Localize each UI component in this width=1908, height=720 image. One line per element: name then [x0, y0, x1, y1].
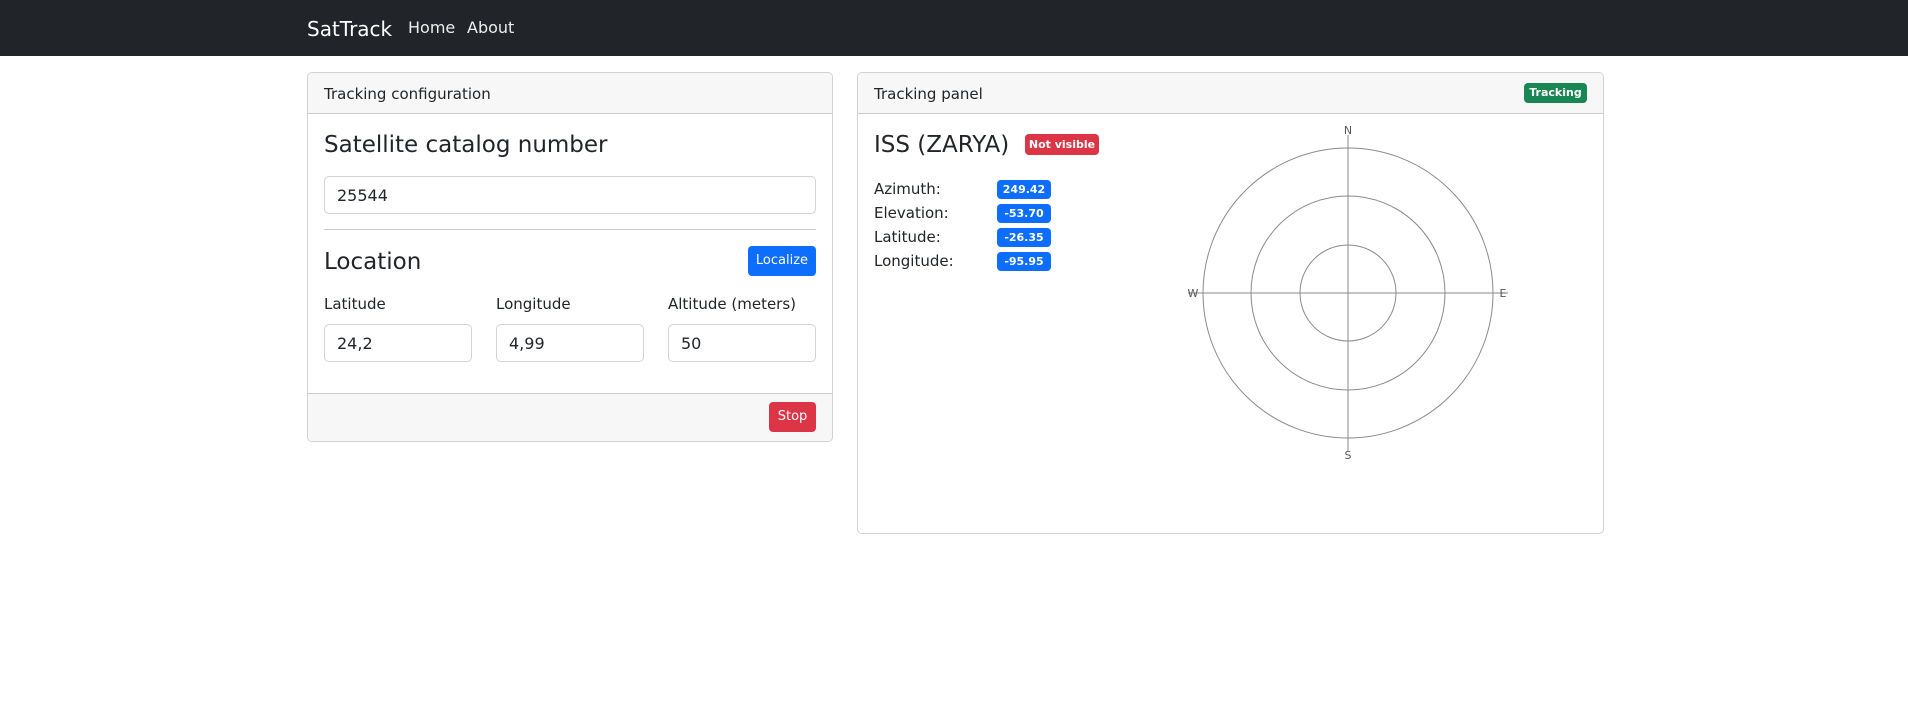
elevation-value: -53.70: [997, 204, 1051, 223]
tracking-panel-card: Tracking panel Tracking ISS (ZARYA) Not …: [857, 72, 1604, 534]
elevation-label: Elevation:: [874, 204, 949, 222]
location-heading: Location: [324, 249, 422, 275]
brand-logo[interactable]: SatTrack: [307, 16, 392, 42]
card-header: Tracking panel Tracking: [858, 73, 1603, 114]
nav-link-about[interactable]: About: [467, 18, 514, 38]
latitude-label: Latitude: [324, 295, 386, 313]
nav-link-home[interactable]: Home: [408, 18, 455, 38]
card-title: Tracking panel: [874, 85, 983, 103]
longitude-label: Longitude: [496, 295, 571, 313]
divider: [324, 229, 816, 230]
visibility-badge: Not visible: [1025, 134, 1099, 155]
card-footer: Stop: [308, 393, 832, 441]
latitude-input[interactable]: [324, 324, 472, 362]
tracking-status-badge: Tracking: [1524, 83, 1587, 103]
latitude-label: Latitude:: [874, 228, 941, 246]
latitude-value: -26.35: [997, 228, 1051, 247]
azimuth-label: Azimuth:: [874, 180, 941, 198]
altitude-input[interactable]: [668, 324, 816, 362]
direction-label-e: E: [1500, 287, 1507, 300]
altitude-label: Altitude (meters): [668, 295, 797, 313]
catalog-heading: Satellite catalog number: [324, 132, 608, 158]
longitude-label: Longitude:: [874, 252, 954, 270]
azimuth-value: 249.42: [997, 180, 1051, 199]
longitude-input[interactable]: [496, 324, 644, 362]
direction-label-n: N: [1344, 124, 1352, 137]
satellite-name: ISS (ZARYA): [874, 132, 1010, 158]
stop-button[interactable]: Stop: [769, 402, 816, 432]
direction-label-s: S: [1345, 449, 1352, 462]
card-title: Tracking configuration: [324, 85, 491, 103]
catalog-number-input[interactable]: [324, 176, 816, 214]
longitude-value: -95.95: [997, 252, 1051, 271]
tracking-configuration-card: Tracking configuration Satellite catalog…: [307, 72, 833, 442]
navbar: SatTrack Home About: [0, 0, 1908, 56]
polar-sky-chart: N S E W: [1188, 124, 1508, 462]
direction-label-w: W: [1188, 287, 1199, 300]
card-header: Tracking configuration: [308, 73, 832, 114]
localize-button[interactable]: Localize: [748, 246, 816, 276]
